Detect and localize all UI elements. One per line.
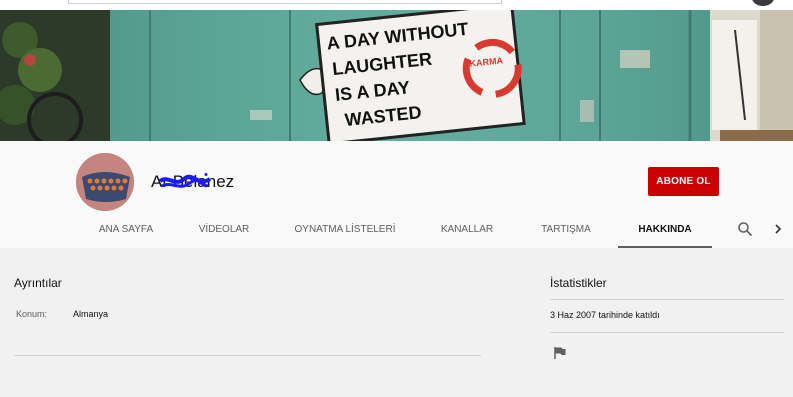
- youtube-channel-about-page: A DAY WITHOUT LAUGHTER IS A DAY WASTED K…: [0, 0, 793, 397]
- search-icon[interactable]: [737, 221, 753, 237]
- tab-discussion[interactable]: TARTIŞMA: [532, 215, 600, 248]
- stats-heading: İstatistikler: [550, 276, 607, 290]
- top-bar: [0, 0, 793, 10]
- avatar-image: [76, 153, 134, 211]
- account-icon[interactable]: [752, 0, 774, 6]
- details-heading: Ayrıntılar: [14, 276, 62, 290]
- tab-videos[interactable]: VİDEOLAR: [192, 215, 256, 248]
- tab-playlists[interactable]: OYNATMA LİSTELERİ: [290, 215, 400, 248]
- banner-image: A DAY WITHOUT LAUGHTER IS A DAY WASTED K…: [0, 10, 793, 141]
- details-divider: [14, 355, 481, 356]
- tab-channels[interactable]: KANALLAR: [434, 215, 500, 248]
- channel-header: Ar Belanez ABONE OL ANA SAYFA VİDEOLAR O…: [0, 141, 793, 248]
- channel-name: Ar Belanez: [151, 172, 235, 191]
- about-content: Ayrıntılar Konum: Almanya İstatistikler …: [0, 248, 793, 397]
- chevron-right-icon[interactable]: [771, 221, 785, 237]
- subscribe-button[interactable]: ABONE OL: [648, 167, 719, 196]
- search-box[interactable]: [68, 0, 502, 4]
- channel-avatar[interactable]: [76, 153, 134, 211]
- channel-banner: A DAY WITHOUT LAUGHTER IS A DAY WASTED K…: [0, 10, 793, 141]
- tab-home[interactable]: ANA SAYFA: [92, 215, 160, 248]
- location-label: Konum:: [16, 309, 48, 319]
- tab-about[interactable]: HAKKINDA: [618, 215, 712, 248]
- flag-icon[interactable]: [553, 346, 567, 360]
- stats-divider: [550, 299, 784, 300]
- channel-tabs: ANA SAYFA VİDEOLAR OYNATMA LİSTELERİ KAN…: [0, 215, 793, 248]
- location-value: Almanya: [73, 309, 109, 319]
- joined-date: 3 Haz 2007 tarihinde katıldı: [550, 310, 660, 320]
- stats-divider: [550, 332, 784, 333]
